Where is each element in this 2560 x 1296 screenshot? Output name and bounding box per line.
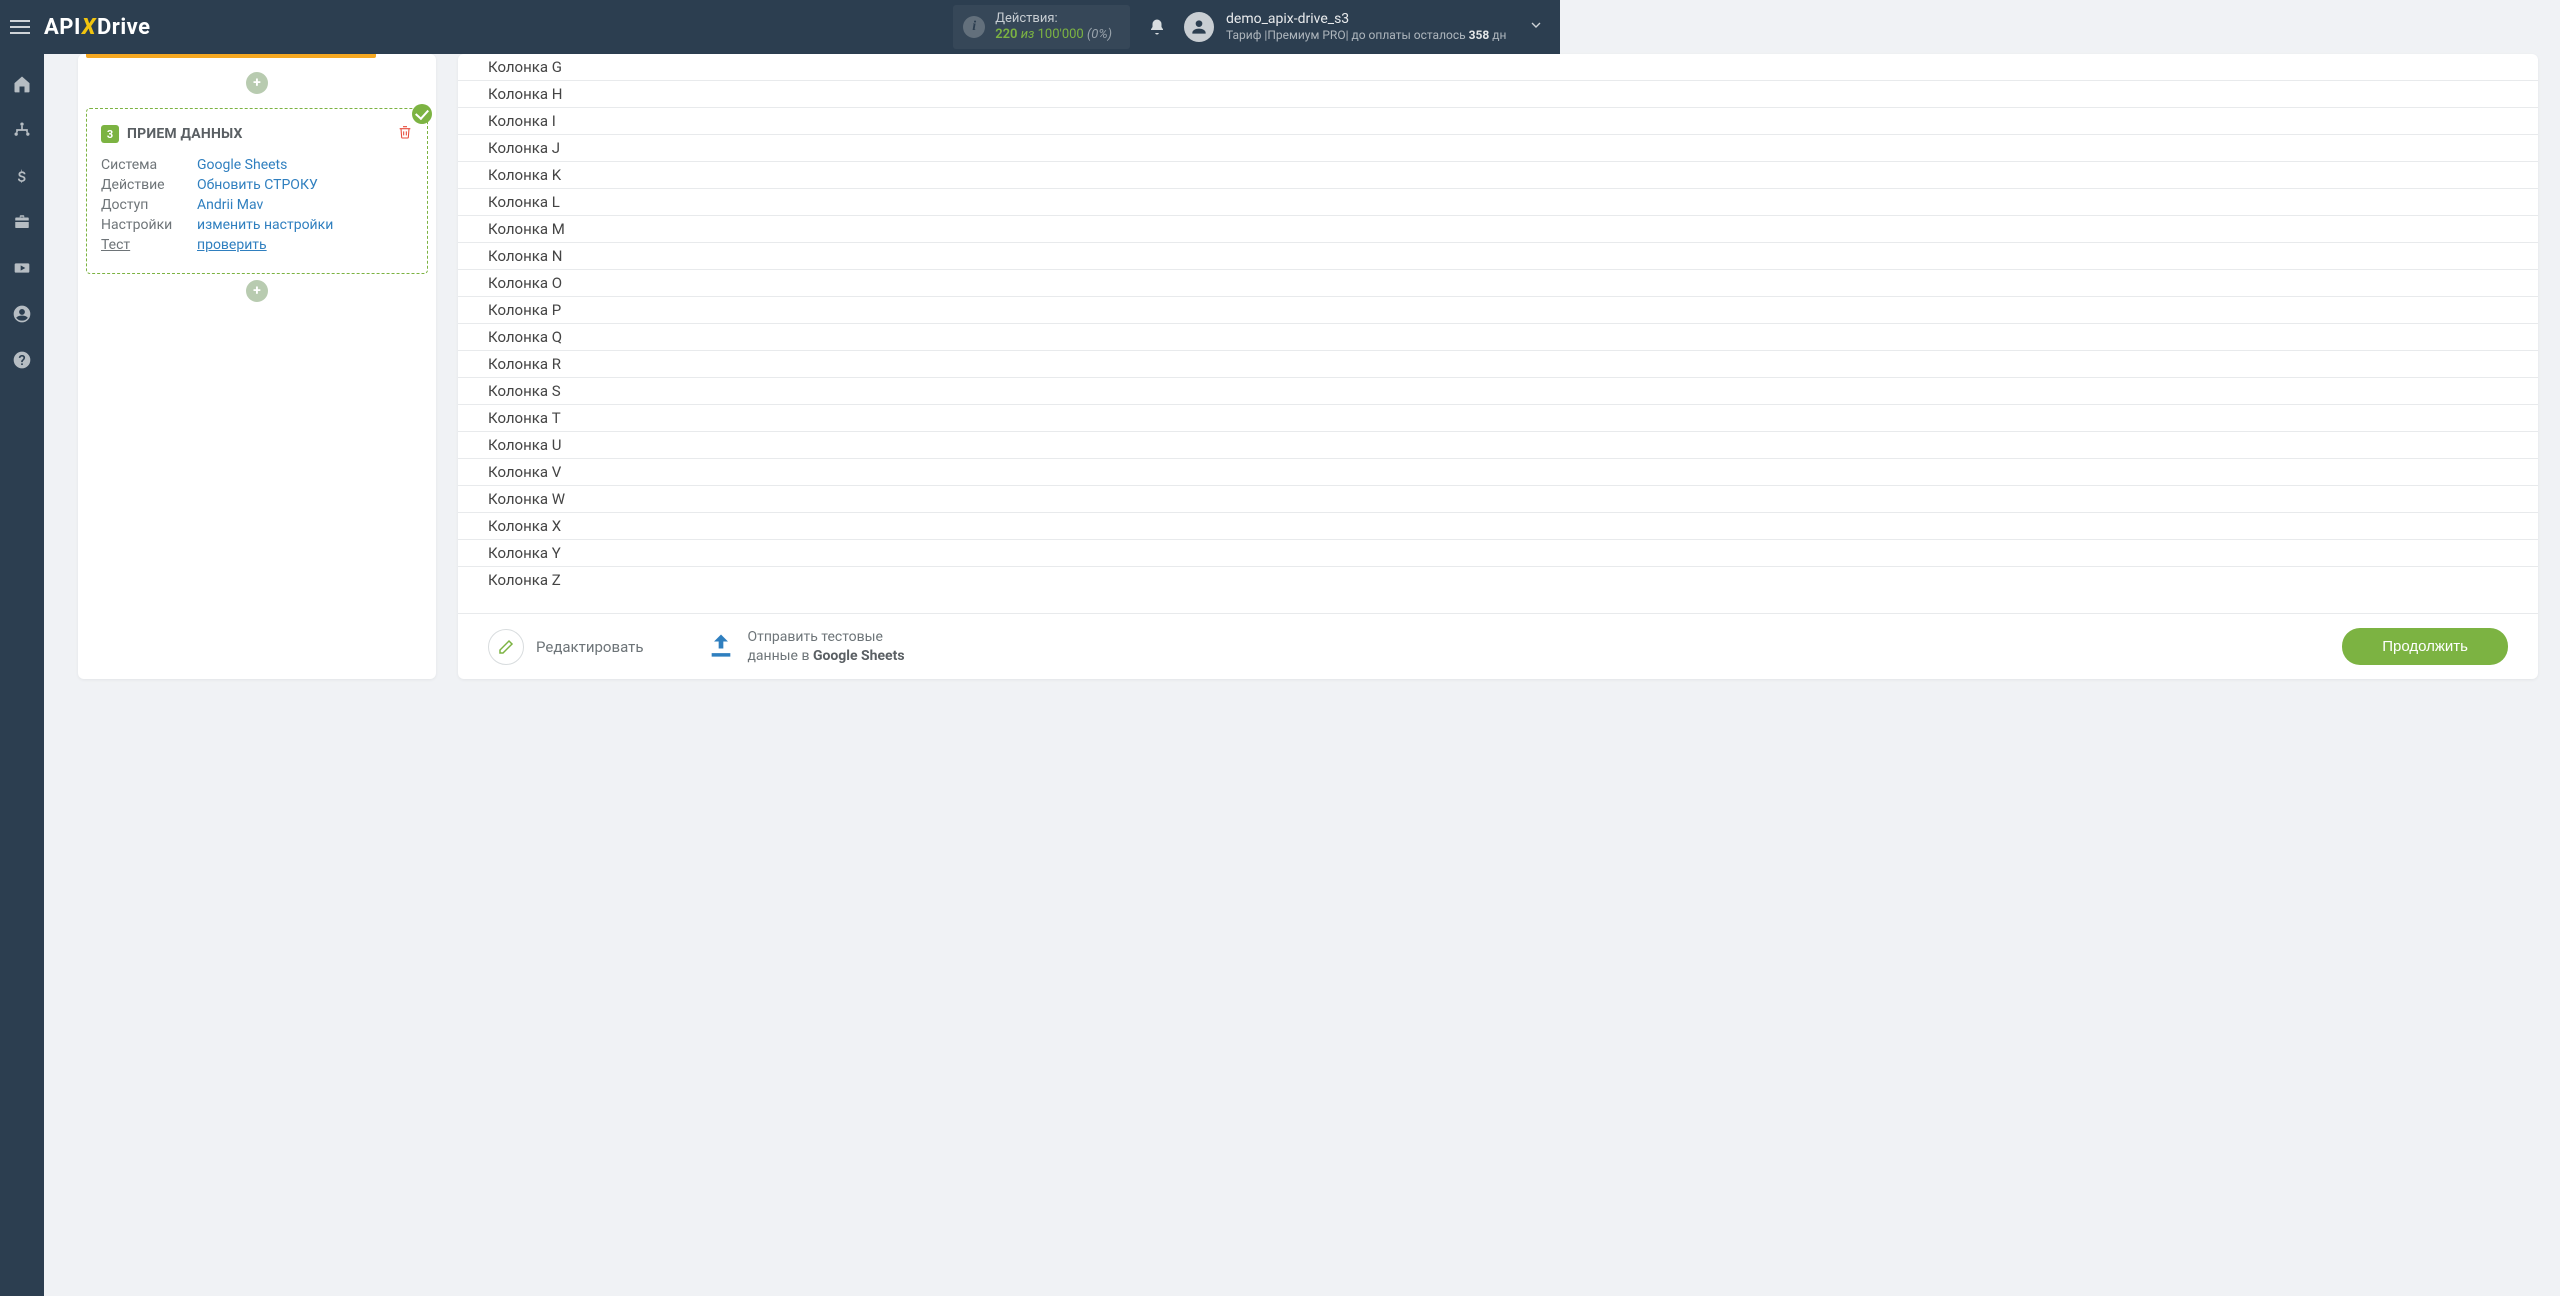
column-row[interactable]: Колонка X xyxy=(458,513,2538,540)
step-row-value[interactable]: изменить настройки xyxy=(197,217,333,233)
send-test-button[interactable]: Отправить тестовые данные в Google Sheet… xyxy=(707,628,904,664)
upload-icon xyxy=(707,631,735,663)
actions-counter[interactable]: i Действия: 220 из 100'000 (0%) xyxy=(953,5,1130,48)
logo-part-drive: Drive xyxy=(97,15,151,40)
step-row-value[interactable]: Andrii Mav xyxy=(197,197,263,213)
add-step-button-bottom[interactable]: + xyxy=(246,280,268,302)
step-row-key: Доступ xyxy=(101,197,181,213)
notifications-icon[interactable] xyxy=(1144,17,1170,37)
step-row-key: Система xyxy=(101,157,181,173)
add-step-button-top[interactable]: + xyxy=(246,72,268,94)
chevron-down-icon xyxy=(1528,17,1544,37)
step-row-value[interactable]: проверить xyxy=(197,237,267,253)
nav-home-icon[interactable] xyxy=(10,72,34,96)
column-row[interactable]: Колонка U xyxy=(458,432,2538,459)
pencil-icon xyxy=(488,629,524,665)
steps-panel: + 3 ПРИЕМ ДАННЫХ Система Google Sheets Дей… xyxy=(78,54,436,679)
step-title: ПРИЕМ ДАННЫХ xyxy=(127,126,243,142)
column-row[interactable]: Колонка Z xyxy=(458,567,2538,593)
left-nav xyxy=(0,54,44,1296)
column-row[interactable]: Колонка R xyxy=(458,351,2538,378)
column-row[interactable]: Колонка L xyxy=(458,189,2538,216)
delete-step-button[interactable] xyxy=(397,123,413,145)
column-row[interactable]: Колонка J xyxy=(458,135,2538,162)
step-row: Действие Обновить СТРОКУ xyxy=(101,177,413,193)
step-row-key: Настройки xyxy=(101,217,181,233)
column-row[interactable]: Колонка O xyxy=(458,270,2538,297)
step-number: 3 xyxy=(101,125,119,143)
column-row[interactable]: Колонка Q xyxy=(458,324,2538,351)
account-menu[interactable]: demo_apix-drive_s3 Тариф |Премиум PRO| д… xyxy=(1184,11,1544,44)
column-row[interactable]: Колонка N xyxy=(458,243,2538,270)
main-panel: Колонка GКолонка HКолонка IКолонка JКоло… xyxy=(458,54,2538,679)
actions-value: 220 из 100'000 (0%) xyxy=(995,27,1112,43)
step-row-value[interactable]: Google Sheets xyxy=(197,157,287,173)
footer-actions: Редактировать Отправить тестовые данные … xyxy=(458,613,2538,679)
step-row-key: Действие xyxy=(101,177,181,193)
app-logo[interactable]: APIXDrive xyxy=(44,15,151,40)
nav-profile-icon[interactable] xyxy=(10,302,34,326)
upload-text: Отправить тестовые данные в Google Sheet… xyxy=(747,628,904,664)
continue-button[interactable]: Продолжить xyxy=(2342,628,2508,665)
column-row[interactable]: Колонка S xyxy=(458,378,2538,405)
column-list[interactable]: Колонка GКолонка HКолонка IКолонка JКоло… xyxy=(458,54,2538,613)
account-text: demo_apix-drive_s3 Тариф |Премиум PRO| д… xyxy=(1226,11,1506,44)
column-row[interactable]: Колонка V xyxy=(458,459,2538,486)
column-row[interactable]: Колонка P xyxy=(458,297,2538,324)
nav-connections-icon[interactable] xyxy=(10,118,34,142)
column-row[interactable]: Колонка T xyxy=(458,405,2538,432)
edit-button[interactable]: Редактировать xyxy=(488,629,643,665)
step-row: Система Google Sheets xyxy=(101,157,413,173)
topbar: APIXDrive i Действия: 220 из 100'000 (0%… xyxy=(0,0,1560,54)
column-row[interactable]: Колонка G xyxy=(458,54,2538,81)
nav-billing-icon[interactable] xyxy=(10,164,34,188)
nav-briefcase-icon[interactable] xyxy=(10,210,34,234)
workarea: + 3 ПРИЕМ ДАННЫХ Система Google Sheets Дей… xyxy=(44,54,2560,1296)
column-row[interactable]: Колонка H xyxy=(458,81,2538,108)
step-row: Настройки изменить настройки xyxy=(101,217,413,233)
logo-part-api: API xyxy=(44,15,81,40)
info-icon: i xyxy=(963,16,985,38)
step-card[interactable]: 3 ПРИЕМ ДАННЫХ Система Google Sheets Дейст… xyxy=(86,108,428,274)
step-row-value[interactable]: Обновить СТРОКУ xyxy=(197,177,318,193)
avatar-icon xyxy=(1184,12,1214,42)
column-row[interactable]: Колонка K xyxy=(458,162,2538,189)
column-row[interactable]: Колонка I xyxy=(458,108,2538,135)
progress-strip xyxy=(86,54,376,58)
edit-label: Редактировать xyxy=(536,638,643,656)
column-row[interactable]: Колонка M xyxy=(458,216,2538,243)
nav-help-icon[interactable] xyxy=(10,348,34,372)
check-icon xyxy=(412,104,432,124)
column-row[interactable]: Колонка Y xyxy=(458,540,2538,567)
menu-toggle[interactable] xyxy=(10,20,30,34)
step-row-key: Тест xyxy=(101,237,181,253)
column-row[interactable]: Колонка W xyxy=(458,486,2538,513)
nav-video-icon[interactable] xyxy=(10,256,34,280)
logo-part-x: X xyxy=(82,15,96,40)
actions-title: Действия: xyxy=(995,11,1112,27)
step-row: Доступ Andrii Mav xyxy=(101,197,413,213)
step-row: Тест проверить xyxy=(101,237,413,253)
